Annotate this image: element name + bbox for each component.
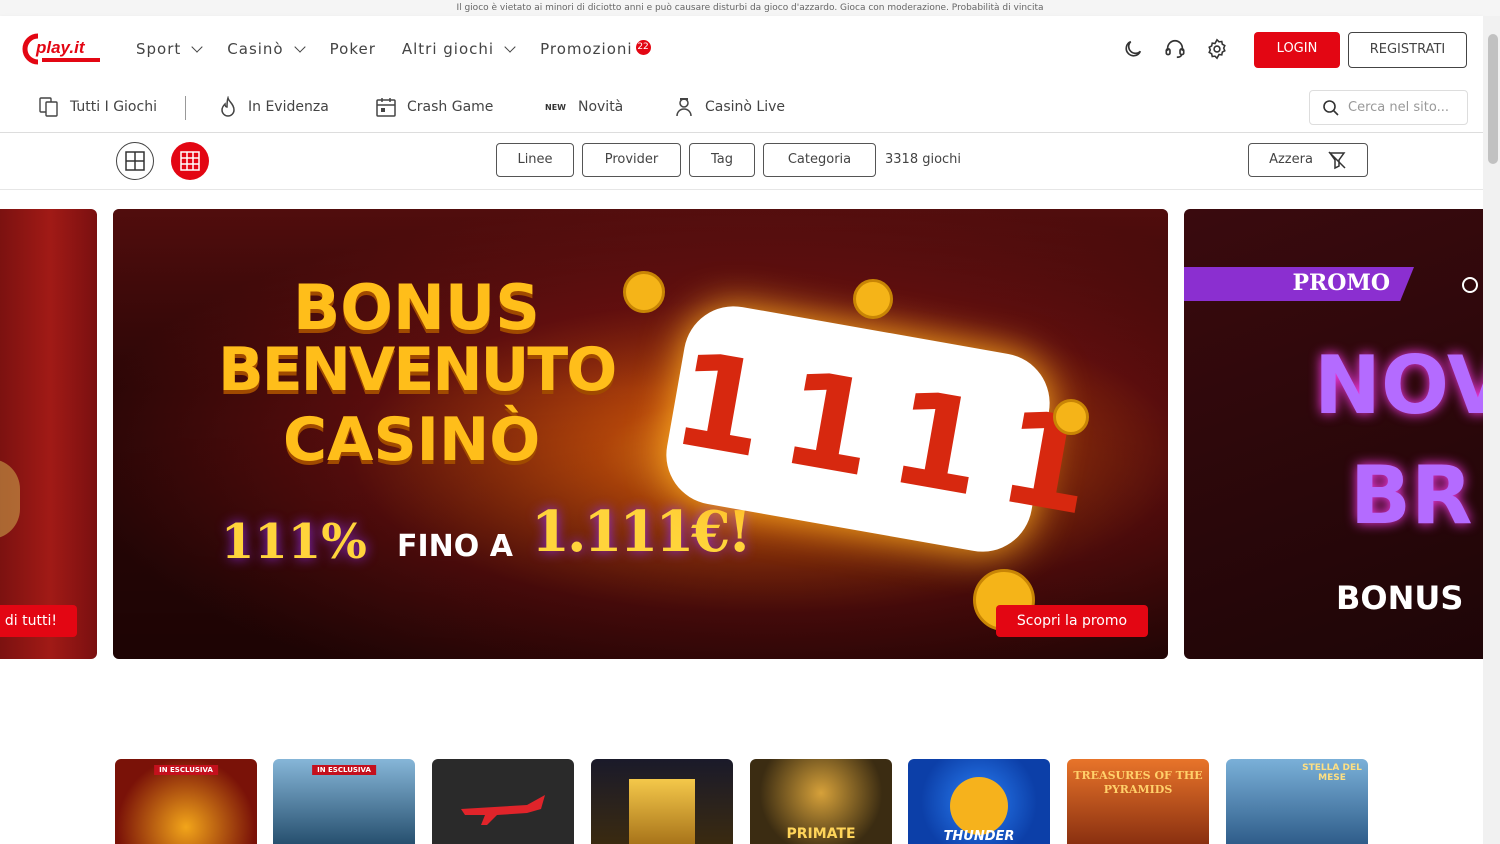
exclusive-badge: IN ESCLUSIVA: [154, 765, 218, 775]
subnav-crash-label: Crash Game: [407, 99, 494, 115]
nav-altri-giochi[interactable]: Altri giochi: [401, 40, 516, 58]
register-button[interactable]: REGISTRATI: [1348, 32, 1467, 68]
prev-slide-figure: [0, 459, 20, 539]
chevron-down-icon: [504, 40, 516, 53]
carousel-slide-prev[interactable]: di tutti!: [0, 209, 97, 659]
subnav-in-evidenza[interactable]: In Evidenza: [218, 82, 329, 132]
subnav-live-label: Casinò Live: [705, 99, 786, 115]
discover-promo-button[interactable]: Scopri la promo: [996, 605, 1148, 637]
cplay-mark-icon: [1462, 277, 1478, 293]
grid-view-large-button[interactable]: [116, 142, 154, 180]
page-scrollbar[interactable]: [1483, 16, 1500, 844]
prev-slide-cta[interactable]: di tutti!: [0, 605, 77, 637]
game-tile[interactable]: IN ESCLUSIVA: [273, 759, 415, 844]
carousel-slide-main[interactable]: BONUS BENVENUTO CASINÒ 111% FINO A 1.111…: [113, 209, 1168, 659]
main-nav: Sport Casinò Poker Altri giochi Promozio…: [136, 16, 677, 82]
bonus-amount: 1.111€!: [531, 499, 752, 565]
nav-casino-label: Casinò: [227, 40, 284, 58]
flame-icon: [221, 96, 235, 117]
subnav-casino-live[interactable]: Casinò Live: [673, 82, 785, 132]
grid-small-icon: [180, 151, 200, 171]
game-title: THUNDER: [943, 829, 1015, 844]
lightning-coin-icon: [950, 777, 1008, 835]
game-tile[interactable]: [591, 759, 733, 844]
carousel-slide-next[interactable]: PROMO NOV BR BONUS: [1184, 209, 1483, 659]
nav-sport[interactable]: Sport: [136, 40, 203, 58]
next-slide-headline-3: BONUS: [1336, 579, 1464, 617]
filter-tag-button[interactable]: Tag: [689, 143, 755, 177]
chevron-down-icon: [293, 40, 306, 53]
game-title: TREASURES OF THE PYRAMIDS: [1073, 769, 1203, 796]
game-tile[interactable]: IN ESCLUSIVA: [115, 759, 257, 844]
promo-ribbon: PROMO: [1184, 267, 1414, 301]
dealer-icon: [676, 98, 692, 117]
nav-promo-label: Promozioni: [540, 40, 633, 58]
logo-text: play.it: [35, 38, 86, 57]
filter-bar: Linee Provider Tag Categoria 3318 giochi…: [0, 133, 1483, 190]
headset-icon[interactable]: [1164, 38, 1186, 60]
games-grid: IN ESCLUSIVA IN ESCLUSIVA PRIMATE THUNDE…: [0, 759, 1483, 844]
game-tile[interactable]: THUNDER: [908, 759, 1050, 844]
gold-coin-icon: [1053, 399, 1089, 435]
filter-clear-icon: [1328, 151, 1346, 170]
bonus-headline-2: BENVENUTO: [218, 335, 617, 405]
nav-poker[interactable]: Poker: [330, 40, 376, 58]
legal-disclaimer: Il gioco è vietato ai minori di diciotto…: [0, 0, 1500, 16]
search-field[interactable]: Cerca nel sito...: [1309, 90, 1468, 125]
bonus-fino-a: FINO A: [397, 529, 513, 564]
plane-icon: [461, 795, 545, 825]
game-tile[interactable]: [432, 759, 574, 844]
games-count: 3318 giochi: [885, 152, 962, 167]
bonus-headline-3: CASINÒ: [283, 405, 541, 475]
subnav-tutti-giochi[interactable]: Tutti I Giochi: [38, 82, 157, 132]
reset-label: Azzera: [1269, 152, 1313, 167]
login-button[interactable]: LOGIN: [1254, 32, 1340, 68]
moon-icon[interactable]: [1122, 38, 1144, 60]
nav-sport-label: Sport: [136, 40, 182, 58]
chevron-down-icon: [191, 40, 203, 53]
settings-icon[interactable]: [1206, 38, 1228, 60]
search-placeholder: Cerca nel sito...: [1348, 100, 1449, 115]
scrollbar-thumb[interactable]: [1488, 34, 1498, 164]
bonus-percent: 111%: [221, 514, 367, 570]
calendar-icon: [376, 98, 396, 117]
subnav-divider: [185, 96, 186, 120]
golden-temple-icon: [629, 779, 695, 844]
reset-filters-button[interactable]: Azzera: [1248, 143, 1368, 177]
promo-count-badge: 22: [635, 39, 651, 55]
filter-provider-button[interactable]: Provider: [582, 143, 681, 177]
cards-icon: [39, 97, 58, 117]
nav-altri-label: Altri giochi: [401, 40, 495, 58]
exclusive-badge: IN ESCLUSIVA: [312, 765, 376, 775]
subnav-evidenza-label: In Evidenza: [248, 99, 329, 115]
game-tile[interactable]: STELLA DEL MESE: [1226, 759, 1368, 844]
nav-promozioni[interactable]: Promozioni 22: [540, 39, 651, 58]
promo-carousel: di tutti! BONUS BENVENUTO CASINÒ 111% FI…: [0, 209, 1483, 659]
filter-categoria-button[interactable]: Categoria: [763, 143, 876, 177]
cplay-logo[interactable]: play.it: [22, 32, 102, 66]
next-slide-headline-2: BR: [1350, 449, 1473, 542]
game-tile[interactable]: TREASURES OF THE PYRAMIDS: [1067, 759, 1209, 844]
subnav-crash-game[interactable]: Crash Game: [375, 82, 493, 132]
promo-tag: PROMO: [1292, 270, 1390, 296]
grid-view-small-button[interactable]: [171, 142, 209, 180]
game-title: PRIMATE: [786, 826, 856, 842]
game-title: STELLA DEL MESE: [1302, 763, 1362, 783]
subnav-novita-label: Novità: [577, 99, 624, 115]
subnav-tutti-label: Tutti I Giochi: [70, 99, 157, 115]
bonus-headline-1: BONUS: [293, 271, 540, 344]
search-icon: [1323, 99, 1339, 116]
next-slide-headline-1: NOV: [1314, 339, 1483, 432]
nav-poker-label: Poker: [329, 40, 376, 58]
games-subnav: Tutti I Giochi In Evidenza Crash Game NE…: [0, 82, 1483, 133]
nav-casino[interactable]: Casinò: [227, 40, 306, 58]
filter-linee-button[interactable]: Linee: [496, 143, 574, 177]
grid-large-icon: [125, 151, 145, 171]
game-tile[interactable]: PRIMATE: [750, 759, 892, 844]
gold-coin-icon: [623, 271, 665, 313]
gold-coin-icon: [853, 279, 893, 319]
new-tag: NEW: [545, 102, 566, 112]
subnav-novita[interactable]: NEW Novità: [545, 82, 623, 132]
top-header: play.it Sport Casinò Poker Altri giochi …: [0, 16, 1483, 82]
